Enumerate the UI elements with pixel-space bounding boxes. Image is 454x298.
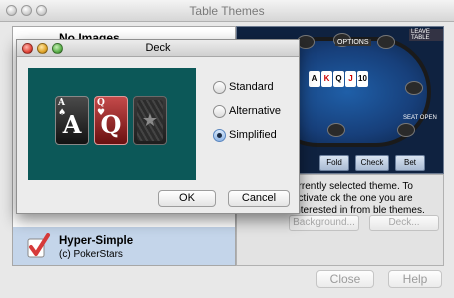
radio-button-selected[interactable] (213, 129, 226, 142)
ok-button[interactable]: OK (158, 190, 216, 207)
checkmark-icon (27, 233, 50, 258)
board-card: 10 (357, 71, 368, 87)
cancel-button[interactable]: Cancel (228, 190, 290, 207)
board-card: K (321, 71, 332, 87)
theme-info-text: urrently selected theme. To activate ck … (293, 181, 425, 216)
card-rank: Q (100, 110, 122, 139)
window-title: Table Themes (189, 4, 265, 18)
theme-author: (c) PokerStars (59, 249, 123, 260)
board-card: J (345, 71, 356, 87)
window-titlebar[interactable]: Table Themes (0, 0, 454, 22)
radio-button[interactable] (213, 81, 226, 94)
theme-item-hyper-simple[interactable]: Hyper-Simple (c) PokerStars (13, 227, 235, 265)
card-back: ★ (133, 96, 167, 145)
star-icon: ★ (141, 110, 159, 130)
card-rank: A (62, 110, 82, 139)
background-button[interactable]: Background... (289, 215, 359, 231)
deck-preview: A ♠ A Q ♥ Q ★ (28, 68, 196, 180)
radio-button[interactable] (213, 105, 226, 118)
close-button[interactable]: Close (316, 270, 374, 288)
radio-label: Alternative (229, 105, 281, 117)
radio-label: Standard (229, 81, 274, 93)
queen-card: Q ♥ Q (94, 96, 128, 145)
board-card: A (309, 71, 320, 87)
theme-name: Hyper-Simple (59, 235, 134, 247)
dialog-titlebar[interactable]: Deck (17, 40, 299, 57)
seat-icon (377, 35, 395, 49)
deck-dialog: Deck A ♠ A Q ♥ Q ★ Standard Alternative Si… (16, 39, 300, 214)
help-button[interactable]: Help (388, 270, 442, 288)
seat-open-label: SEAT OPEN (403, 115, 437, 121)
seat-icon (327, 123, 345, 137)
leave-table-label[interactable]: LEAVE TABLE (409, 29, 443, 41)
seat-icon (405, 81, 423, 95)
radio-label: Simplified (229, 129, 277, 141)
deck-settings-button[interactable]: Deck... (369, 215, 439, 231)
check-button[interactable]: Check (355, 155, 389, 171)
fold-button[interactable]: Fold (319, 155, 349, 171)
bet-button[interactable]: Bet (395, 155, 425, 171)
ace-card: A ♠ A (55, 96, 89, 145)
dialog-title: Deck (145, 42, 171, 54)
options-label[interactable]: OPTIONS (335, 39, 371, 46)
seat-icon (397, 123, 415, 137)
board-card: Q (333, 71, 344, 87)
